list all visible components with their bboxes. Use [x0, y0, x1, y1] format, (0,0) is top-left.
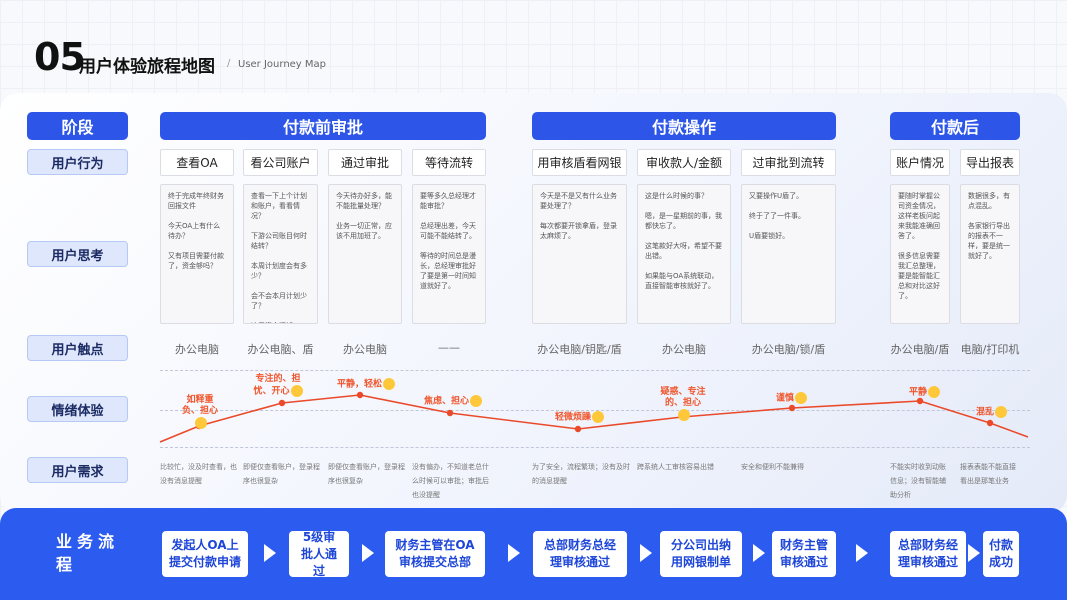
need-text: 没有偏办，不知道老总什么时候可以审批；审批后也没提醒: [412, 463, 489, 499]
flow-step: 总部财务经理审核通过: [890, 531, 966, 577]
emotion-label: 平静，轻松: [337, 378, 396, 391]
emotion-point: [986, 419, 994, 427]
need-text: 安全和便利不能兼得: [741, 463, 804, 471]
emotion-point: [356, 391, 364, 399]
flow-step: 财务主管审核通过: [772, 531, 836, 577]
emotion-label: 专注的、担忧、开心: [250, 374, 306, 398]
emotion-point: [788, 404, 796, 412]
need-text: 即便仅查看账户，登录程序也很复杂: [243, 463, 320, 485]
emoji-icon: [290, 385, 303, 397]
emotion-label: 平静: [909, 386, 941, 399]
emotion-text: 疑惑、专注的、担心: [660, 387, 706, 408]
emoji-icon: [383, 378, 396, 390]
flow-step: 财务主管在OA审核提交总部: [385, 531, 485, 577]
emotion-label: 混乱: [976, 406, 1008, 419]
emotion-label: 焦虑、担心: [424, 395, 483, 408]
emotion-text: 谨慎: [776, 393, 795, 404]
emotion-label: 疑惑、专注的、担心: [660, 387, 706, 422]
need-text: 报表表能不能直接看出是那笔业务: [960, 463, 1016, 485]
emotion-point: [446, 409, 454, 417]
emotion-label: 轻微烦躁: [555, 411, 605, 424]
emotion-text: 焦虑、担心: [424, 396, 470, 407]
emoji-icon: [592, 411, 605, 423]
emotion-text: 轻微烦躁: [555, 412, 592, 423]
flow-step: 5级审批人通过: [289, 530, 349, 578]
emoji-icon: [995, 406, 1008, 418]
flow-arrow-icon: [856, 544, 868, 562]
need-text: 不能实时收到动账信息；没有智能辅助分析: [890, 463, 946, 499]
emotion-text: 如释重负、担心: [181, 395, 218, 416]
emotion-point: [278, 399, 286, 407]
need-text: 比较忙，没及时查看，也没有消息提醒: [160, 463, 237, 485]
flow-arrow-icon: [753, 544, 765, 562]
emotion-point: [916, 397, 924, 405]
flow-arrow-icon: [362, 544, 374, 562]
emotion-label: 如释重负、担心: [178, 395, 222, 430]
emotion-text: 混乱: [976, 407, 995, 418]
flow-step: 发起人OA上提交付款申请: [162, 531, 248, 577]
emoji-icon: [928, 386, 941, 398]
flow-arrow-icon: [968, 544, 980, 562]
flow-arrow-icon: [640, 544, 652, 562]
emoji-icon: [470, 395, 483, 407]
emotion-label: 谨慎: [776, 392, 808, 405]
flow-step: 分公司出纳用网银制单: [660, 531, 742, 577]
emoji-icon: [194, 417, 207, 429]
need-text: 跨系统人工审核容易出错: [637, 463, 714, 471]
emotion-text: 平静: [909, 387, 928, 398]
emotion-text: 平静，轻松: [337, 379, 383, 390]
emotion-point: [574, 425, 582, 433]
need-text: 即便仅查看账户，登录程序也很复杂: [328, 463, 405, 485]
flow-arrow-icon: [508, 544, 520, 562]
need-text: 为了安全，流程繁琐；没有及时的消息提醒: [532, 463, 630, 485]
flow-step: 总部财务总经理审核通过: [533, 531, 627, 577]
flow-arrow-icon: [264, 544, 276, 562]
flow-step: 付款成功: [983, 531, 1019, 577]
emoji-icon: [677, 409, 690, 421]
emoji-icon: [795, 392, 808, 404]
business-flow-label: 业务流程: [56, 532, 120, 574]
